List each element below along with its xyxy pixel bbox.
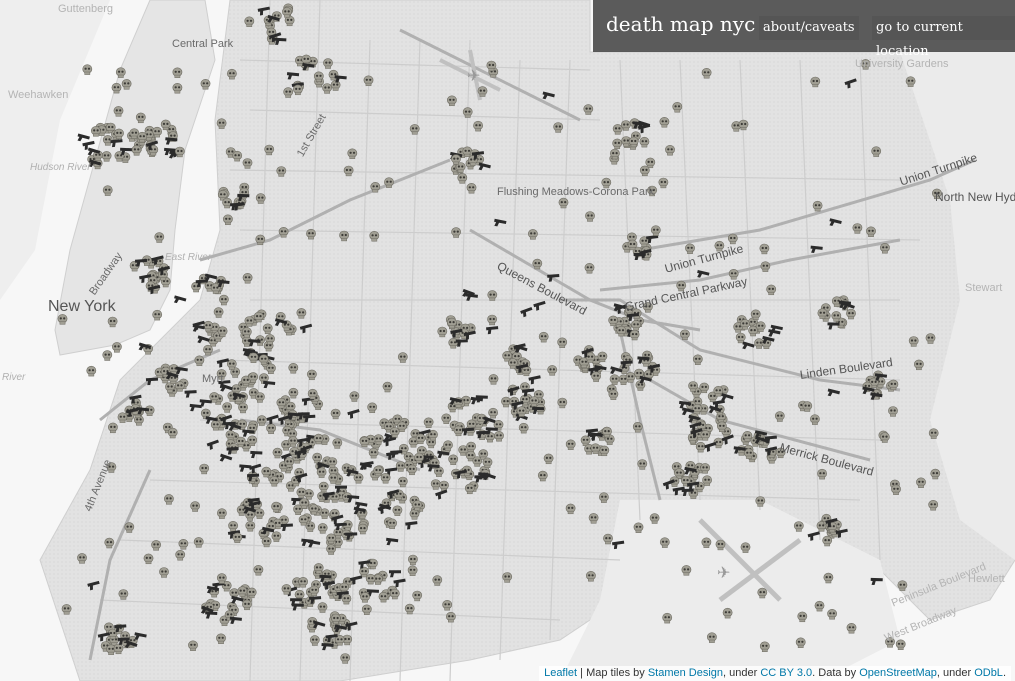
attribution-text-3: . Data by: [812, 667, 860, 679]
label-guttenberg: Guttenberg: [58, 3, 114, 15]
label-myrtle: Myrt: [202, 373, 224, 385]
map[interactable]: ✈ ✈ Guttenberg Central Park Weehawken Hu…: [0, 0, 1015, 681]
label-stewart: Stewart: [965, 282, 1003, 294]
cc-link[interactable]: CC BY 3.0: [760, 667, 812, 679]
osm-link[interactable]: OpenStreetMap: [859, 667, 937, 679]
app-title: death map nyc: [606, 12, 756, 36]
current-location-button[interactable]: go to current location: [872, 16, 1015, 59]
attribution-text-4: , under: [936, 667, 975, 679]
header-panel: death map nyc about/caveats go to curren…: [593, 0, 1015, 59]
about-caveats-button[interactable]: about/caveats: [759, 16, 859, 40]
attribution-text-5: .: [1002, 667, 1006, 679]
label-flushing-park: Flushing Meadows-Corona Park: [497, 186, 655, 198]
label-north-new-hyde: North New Hyde: [935, 190, 1015, 204]
label-hudson-river: Hudson River: [30, 162, 91, 173]
label-east-river: East River: [165, 252, 212, 263]
label-weehawken: Weehawken: [8, 89, 69, 101]
odbl-link[interactable]: ODbL: [974, 667, 1003, 679]
airport-icon-lga: ✈: [467, 68, 480, 85]
label-new-york: New York: [48, 298, 116, 315]
label-central-park: Central Park: [172, 38, 234, 50]
attribution-text-2: , under: [723, 667, 761, 679]
attribution-bar: Leaflet | Map tiles by Stamen Design, un…: [539, 666, 1011, 681]
map-tiles: ✈ ✈: [0, 0, 1015, 681]
leaflet-link[interactable]: Leaflet: [544, 667, 577, 679]
label-river: River: [2, 372, 26, 383]
stamen-link[interactable]: Stamen Design: [648, 667, 723, 679]
attribution-text-1: | Map tiles by: [577, 667, 648, 679]
airport-icon-jfk: ✈: [717, 565, 730, 582]
